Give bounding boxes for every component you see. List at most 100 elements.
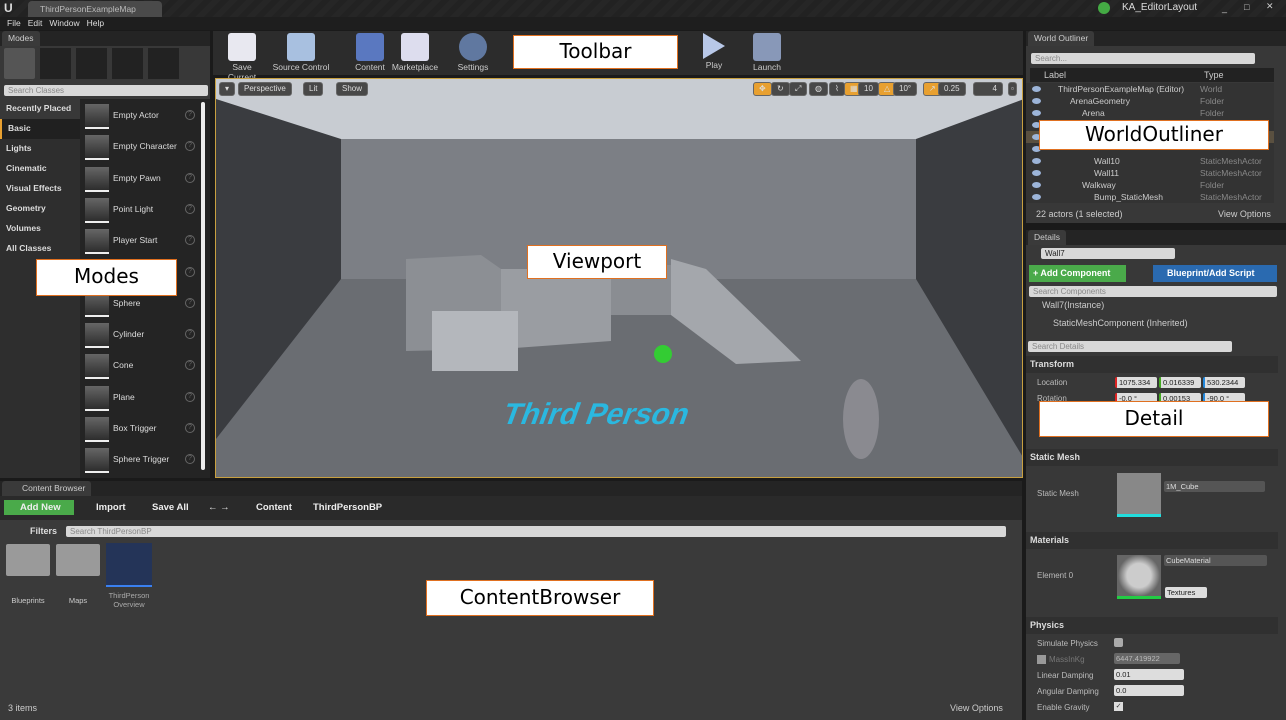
help-icon[interactable]: ?	[185, 266, 195, 277]
document-tab[interactable]: ThirdPersonExampleMap	[28, 1, 162, 17]
lit-button[interactable]: Lit	[303, 82, 324, 96]
mode-item[interactable]: Box Trigger?	[82, 414, 200, 445]
scale-snap-value[interactable]: 0.25	[938, 82, 966, 96]
visibility-eye-icon[interactable]	[1032, 182, 1041, 188]
settings-button[interactable]: Settings	[455, 33, 491, 72]
marketplace-button[interactable]: Marketplace	[391, 33, 439, 72]
angular-damping-field[interactable]: 0.0	[1114, 685, 1184, 696]
surface-snap-icon[interactable]: ⌇	[829, 82, 845, 96]
mode-paint-icon[interactable]	[40, 48, 71, 79]
location-y[interactable]: 0.016339	[1159, 377, 1201, 388]
section-transform[interactable]: Transform	[1026, 356, 1278, 373]
breadcrumb-content[interactable]: Content	[252, 500, 296, 515]
visibility-eye-icon[interactable]	[1032, 110, 1041, 116]
help-icon[interactable]: ?	[185, 172, 195, 183]
actor-name-input[interactable]: Wall7	[1041, 248, 1175, 259]
add-new-button[interactable]: Add New	[4, 500, 74, 515]
static-mesh-dropdown[interactable]: 1M_Cube	[1164, 481, 1265, 492]
breadcrumb-thirdpersonbp[interactable]: ThirdPersonBP	[309, 500, 386, 515]
component-instance[interactable]: Wall7(Instance)	[1042, 300, 1104, 310]
blueprint-add-script-button[interactable]: Blueprint/Add Script	[1153, 265, 1277, 282]
asset-thirdperson-overview[interactable]: ThirdPerson Overview	[106, 543, 152, 609]
section-static-mesh[interactable]: Static Mesh	[1026, 449, 1278, 466]
linear-damping-field[interactable]: 0.01	[1114, 669, 1184, 680]
visibility-eye-icon[interactable]	[1032, 170, 1041, 176]
menu-file[interactable]: File	[7, 17, 21, 30]
add-component-button[interactable]: + Add Component	[1029, 265, 1126, 282]
visibility-eye-icon[interactable]	[1032, 194, 1041, 200]
location-z[interactable]: 530.2344	[1203, 377, 1245, 388]
launch-button[interactable]: Launch	[749, 33, 785, 72]
content-search-input[interactable]: Search ThirdPersonBP	[66, 526, 1006, 537]
category-visual-effects[interactable]: Visual Effects	[0, 179, 80, 199]
category-all-classes[interactable]: All Classes	[0, 239, 80, 259]
outliner-row[interactable]: Wall11 StaticMeshActor	[1026, 167, 1274, 179]
section-materials[interactable]: Materials	[1026, 532, 1278, 549]
mode-landscape-icon[interactable]	[76, 48, 107, 79]
modes-tab[interactable]: Modes	[2, 31, 40, 46]
mode-item[interactable]: Cone?	[82, 351, 200, 382]
close-button[interactable]: ✕	[1266, 1, 1274, 12]
category-basic[interactable]: Basic	[0, 119, 80, 139]
translate-tool-icon[interactable]: ✥	[753, 82, 772, 96]
mass-override-checkbox[interactable]	[1037, 655, 1046, 664]
mode-geometry-icon[interactable]	[148, 48, 179, 79]
filters-button[interactable]: Filters	[30, 526, 57, 536]
mode-item[interactable]: Empty Pawn?	[82, 164, 200, 195]
mode-item[interactable]: Sphere Trigger?	[82, 445, 200, 476]
menu-help[interactable]: Help	[87, 17, 104, 30]
rotation-snap-value[interactable]: 10°	[893, 82, 918, 96]
maximize-button[interactable]: □	[1244, 2, 1249, 12]
outliner-view-options[interactable]: View Options	[1218, 209, 1271, 219]
back-forward-icon[interactable]: ← →	[204, 500, 234, 515]
grid-snap-value[interactable]: 10	[858, 82, 879, 96]
outliner-row[interactable]: ThirdPersonExampleMap (Editor) World	[1026, 83, 1274, 95]
mode-foliage-icon[interactable]	[112, 48, 143, 79]
outliner-row[interactable]: Bump_StaticMesh StaticMeshActor	[1026, 191, 1274, 203]
source-control-button[interactable]: Source Control	[271, 33, 331, 72]
category-recently-placed[interactable]: Recently Placed	[0, 99, 80, 119]
column-type[interactable]: Type	[1204, 70, 1224, 80]
scale-tool-icon[interactable]: ⤢	[789, 82, 808, 96]
category-cinematic[interactable]: Cinematic	[0, 159, 80, 179]
outliner-row[interactable]: Arena Folder	[1026, 107, 1274, 119]
search-components-input[interactable]: Search Components	[1029, 286, 1277, 297]
viewport-options-button[interactable]: ▾	[219, 82, 236, 96]
component-static-mesh[interactable]: StaticMeshComponent (Inherited)	[1053, 318, 1188, 328]
content-button[interactable]: Content	[353, 33, 387, 72]
help-icon[interactable]: ?	[185, 203, 195, 214]
details-tab[interactable]: Details	[1028, 230, 1066, 245]
search-details-input[interactable]: Search Details	[1028, 341, 1232, 352]
show-button[interactable]: Show	[336, 82, 369, 96]
column-label[interactable]: Label	[1044, 70, 1066, 80]
category-lights[interactable]: Lights	[0, 139, 80, 159]
help-icon[interactable]: ?	[185, 110, 195, 120]
rotate-tool-icon[interactable]: ↻	[771, 82, 790, 96]
save-current-button[interactable]: Save Current	[217, 33, 267, 82]
mode-item[interactable]: Cylinder?	[82, 320, 200, 351]
help-icon[interactable]: ?	[185, 235, 195, 246]
visibility-eye-icon[interactable]	[1032, 98, 1041, 104]
content-view-options[interactable]: View Options	[950, 703, 1003, 713]
location-x[interactable]: 1075.334	[1115, 377, 1157, 388]
mode-item[interactable]: Empty Character?	[82, 132, 200, 163]
help-icon[interactable]: ?	[185, 360, 195, 371]
mode-item[interactable]: Point Light?	[82, 195, 200, 226]
help-icon[interactable]: ?	[185, 454, 195, 465]
mode-item[interactable]: Empty Actor?	[82, 101, 200, 132]
category-volumes[interactable]: Volumes	[0, 219, 80, 239]
static-mesh-thumbnail[interactable]	[1117, 473, 1161, 517]
help-icon[interactable]: ?	[185, 329, 195, 340]
help-icon[interactable]: ?	[185, 391, 195, 402]
help-icon[interactable]: ?	[185, 423, 195, 433]
help-icon[interactable]: ?	[185, 141, 195, 152]
simulate-physics-checkbox[interactable]	[1114, 638, 1123, 647]
menu-edit[interactable]: Edit	[28, 17, 43, 30]
outliner-row[interactable]: Wall10 StaticMeshActor	[1026, 155, 1274, 167]
mode-item[interactable]: Plane?	[82, 383, 200, 414]
maximize-viewport-icon[interactable]: ▫	[1008, 82, 1017, 96]
location-label[interactable]: Location	[1037, 378, 1067, 387]
search-classes-input[interactable]: Search Classes	[4, 85, 208, 96]
outliner-search-input[interactable]: Search...	[1031, 53, 1255, 64]
save-all-button[interactable]: Save All	[148, 500, 193, 515]
